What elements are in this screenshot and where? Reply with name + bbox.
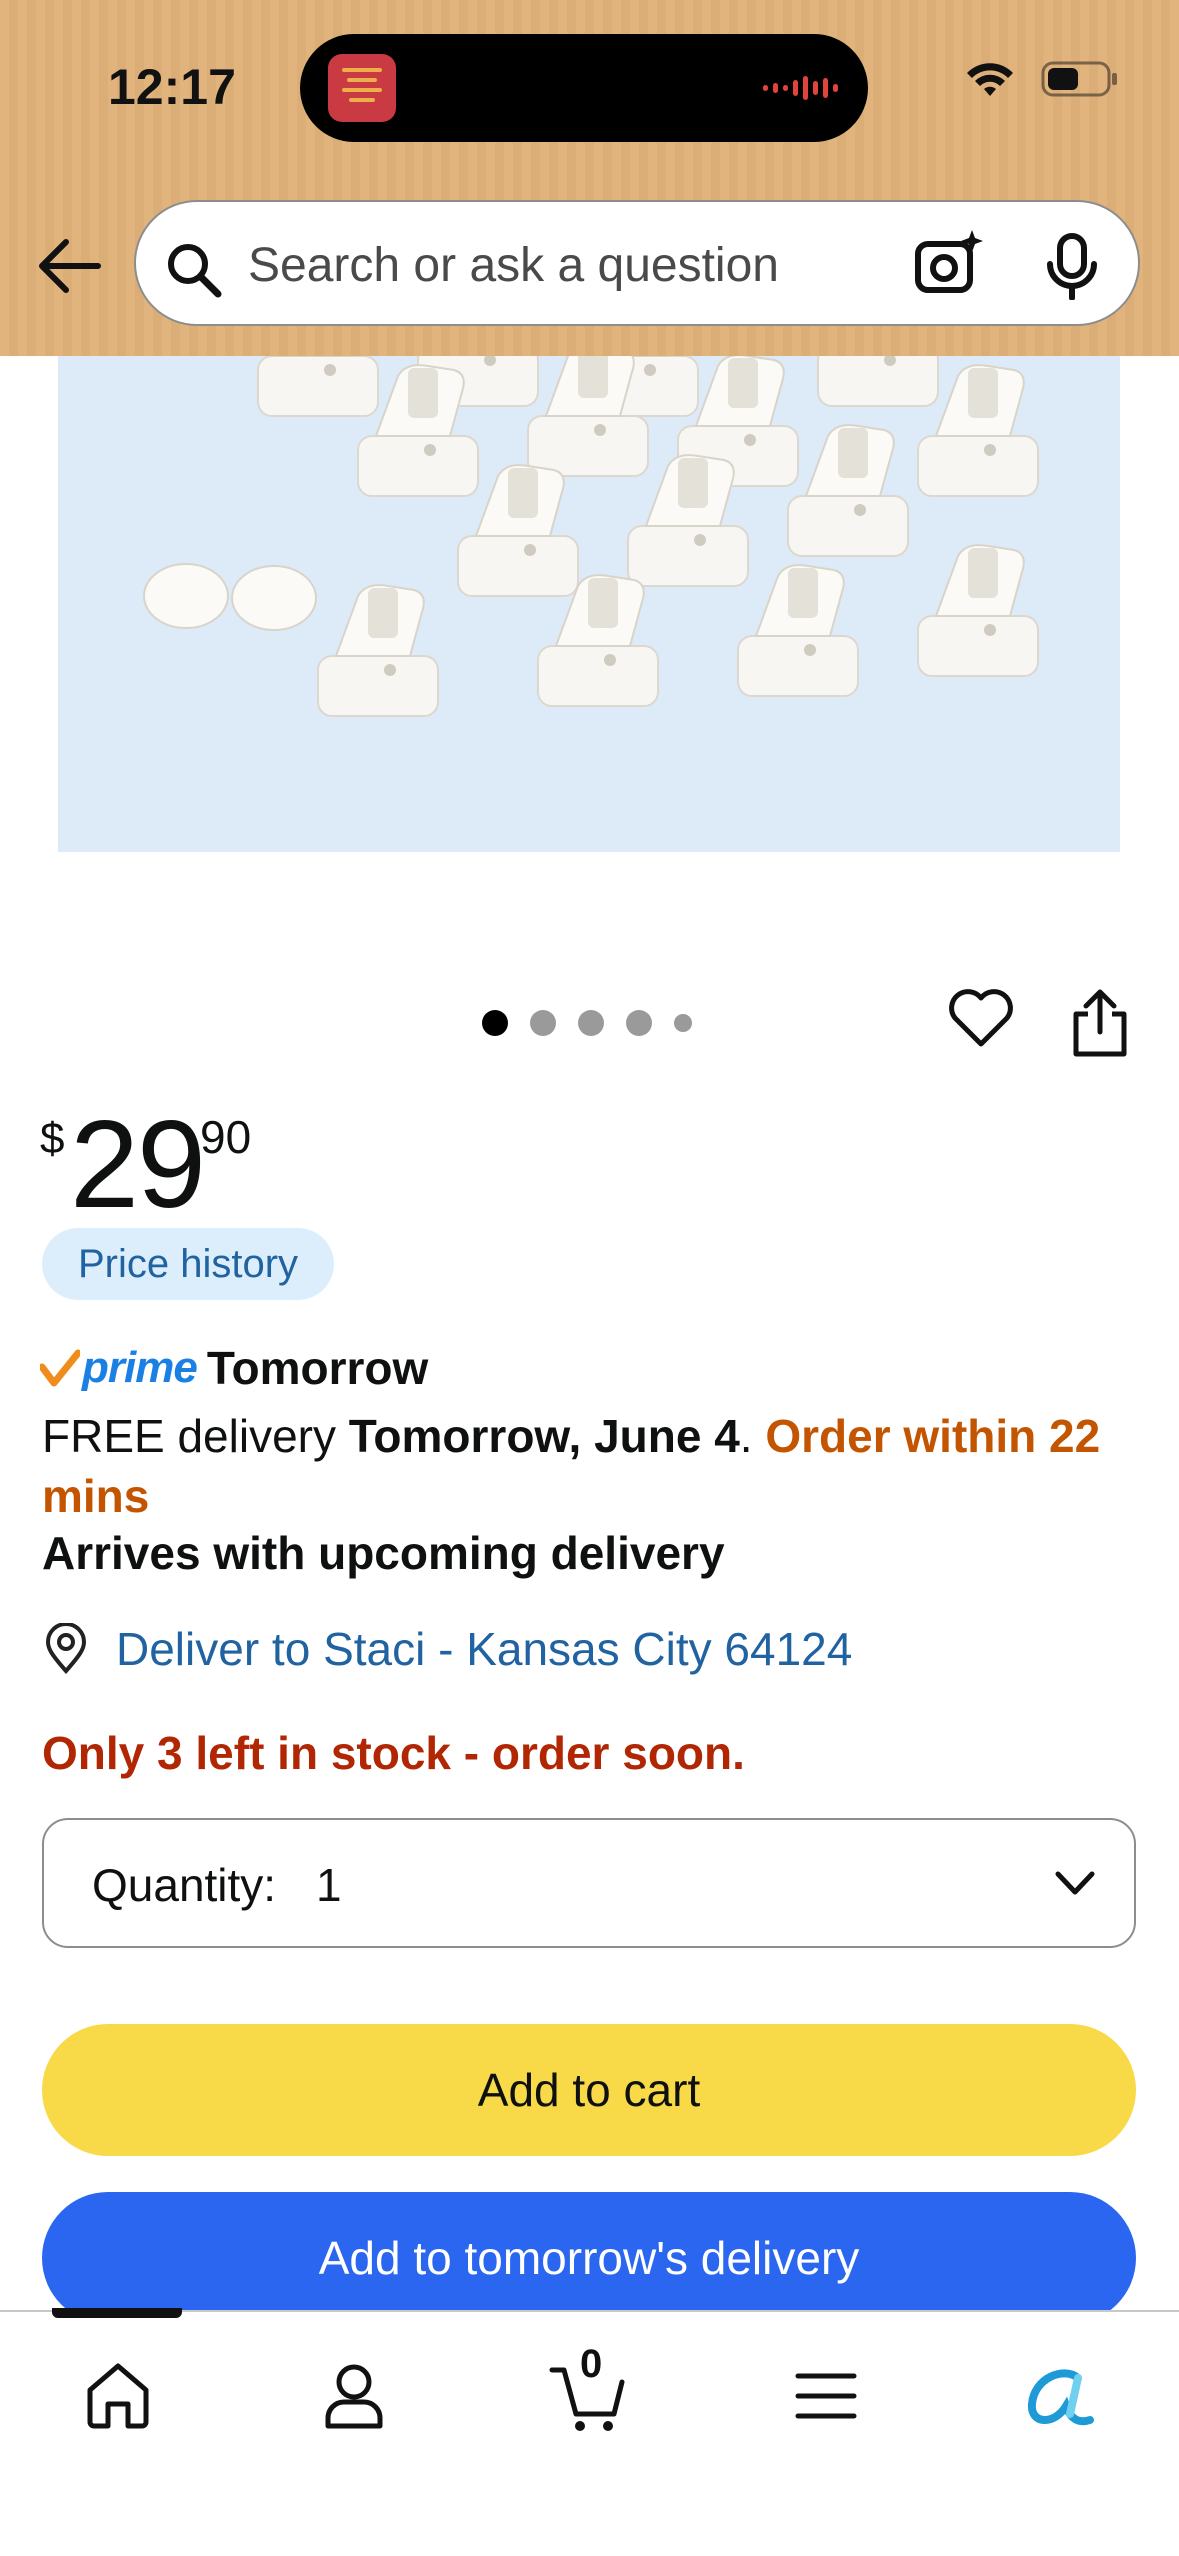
search-icon [168,244,222,298]
carousel-dot[interactable] [578,1010,604,1036]
deliver-to-link[interactable]: Deliver to Staci - Kansas City 64124 [116,1622,852,1676]
add-to-cart-button[interactable]: Add to cart [42,2024,1136,2156]
audio-wave-icon [763,74,838,102]
search-input[interactable]: Search or ask a question [248,238,779,293]
carousel-dot[interactable] [482,1010,508,1036]
delivery-prefix: FREE delivery [42,1410,349,1462]
account-icon[interactable] [314,2356,394,2436]
rufus-icon[interactable] [1020,2356,1100,2436]
prime-delivery-label: Tomorrow [206,1342,429,1394]
carousel-dot[interactable] [626,1010,652,1036]
cart-count-badge: 0 [580,2342,603,2386]
image-carousel-dots[interactable] [482,1010,692,1036]
wifi-icon [967,63,1013,96]
delivery-info: FREE delivery Tomorrow, June 4. Order wi… [42,1406,1152,1526]
chevron-down-icon [1055,1871,1095,1895]
arrives-note: Arrives with upcoming delivery [42,1527,725,1579]
product-photo [143,356,1039,717]
battery-icon [1041,61,1117,97]
microphone-icon[interactable] [1042,232,1102,300]
stock-status: Only 3 left in stock - order soon. [42,1727,745,1779]
quantity-value: 1 [316,1859,342,1911]
prime-check-icon [40,1349,80,1387]
quantity-dropdown[interactable]: Quantity: 1 [42,1818,1136,1948]
price-whole: 29 [70,1096,206,1234]
delivery-date: Tomorrow, June 4 [348,1410,740,1462]
back-arrow-icon[interactable] [36,236,102,296]
delivery-separator: . [739,1410,766,1462]
bottom-nav: 0 [0,2308,1179,2556]
status-icons [965,60,1119,98]
quantity-label: Quantity: [92,1859,277,1911]
share-icon[interactable] [1070,988,1130,1058]
carousel-dot[interactable] [530,1010,556,1036]
active-tab-indicator [52,2308,182,2318]
price-history-button[interactable]: Price history [42,1228,335,1300]
price-currency: $ [40,1114,65,1163]
add-to-tomorrow-delivery-button[interactable]: Add to tomorrow's delivery [42,2192,1136,2324]
now-playing-artwork [328,54,396,122]
search-bar[interactable]: Search or ask a question [134,200,1140,326]
menu-icon[interactable] [786,2356,866,2436]
carousel-dot[interactable] [674,1014,692,1032]
price-fraction: 90 [200,1111,252,1163]
deliver-to-location[interactable]: Deliver to Staci - Kansas City 64124 [40,1622,852,1676]
dynamic-island[interactable] [300,34,868,142]
status-time: 12:17 [108,59,236,115]
wishlist-heart-icon[interactable] [946,986,1016,1050]
prime-logo: prime [82,1343,198,1392]
home-icon[interactable] [78,2356,158,2436]
prime-badge: prime Tomorrow [40,1338,428,1398]
location-pin-icon [45,1623,87,1675]
product-image[interactable] [58,356,1120,852]
camera-icon[interactable] [912,228,984,300]
